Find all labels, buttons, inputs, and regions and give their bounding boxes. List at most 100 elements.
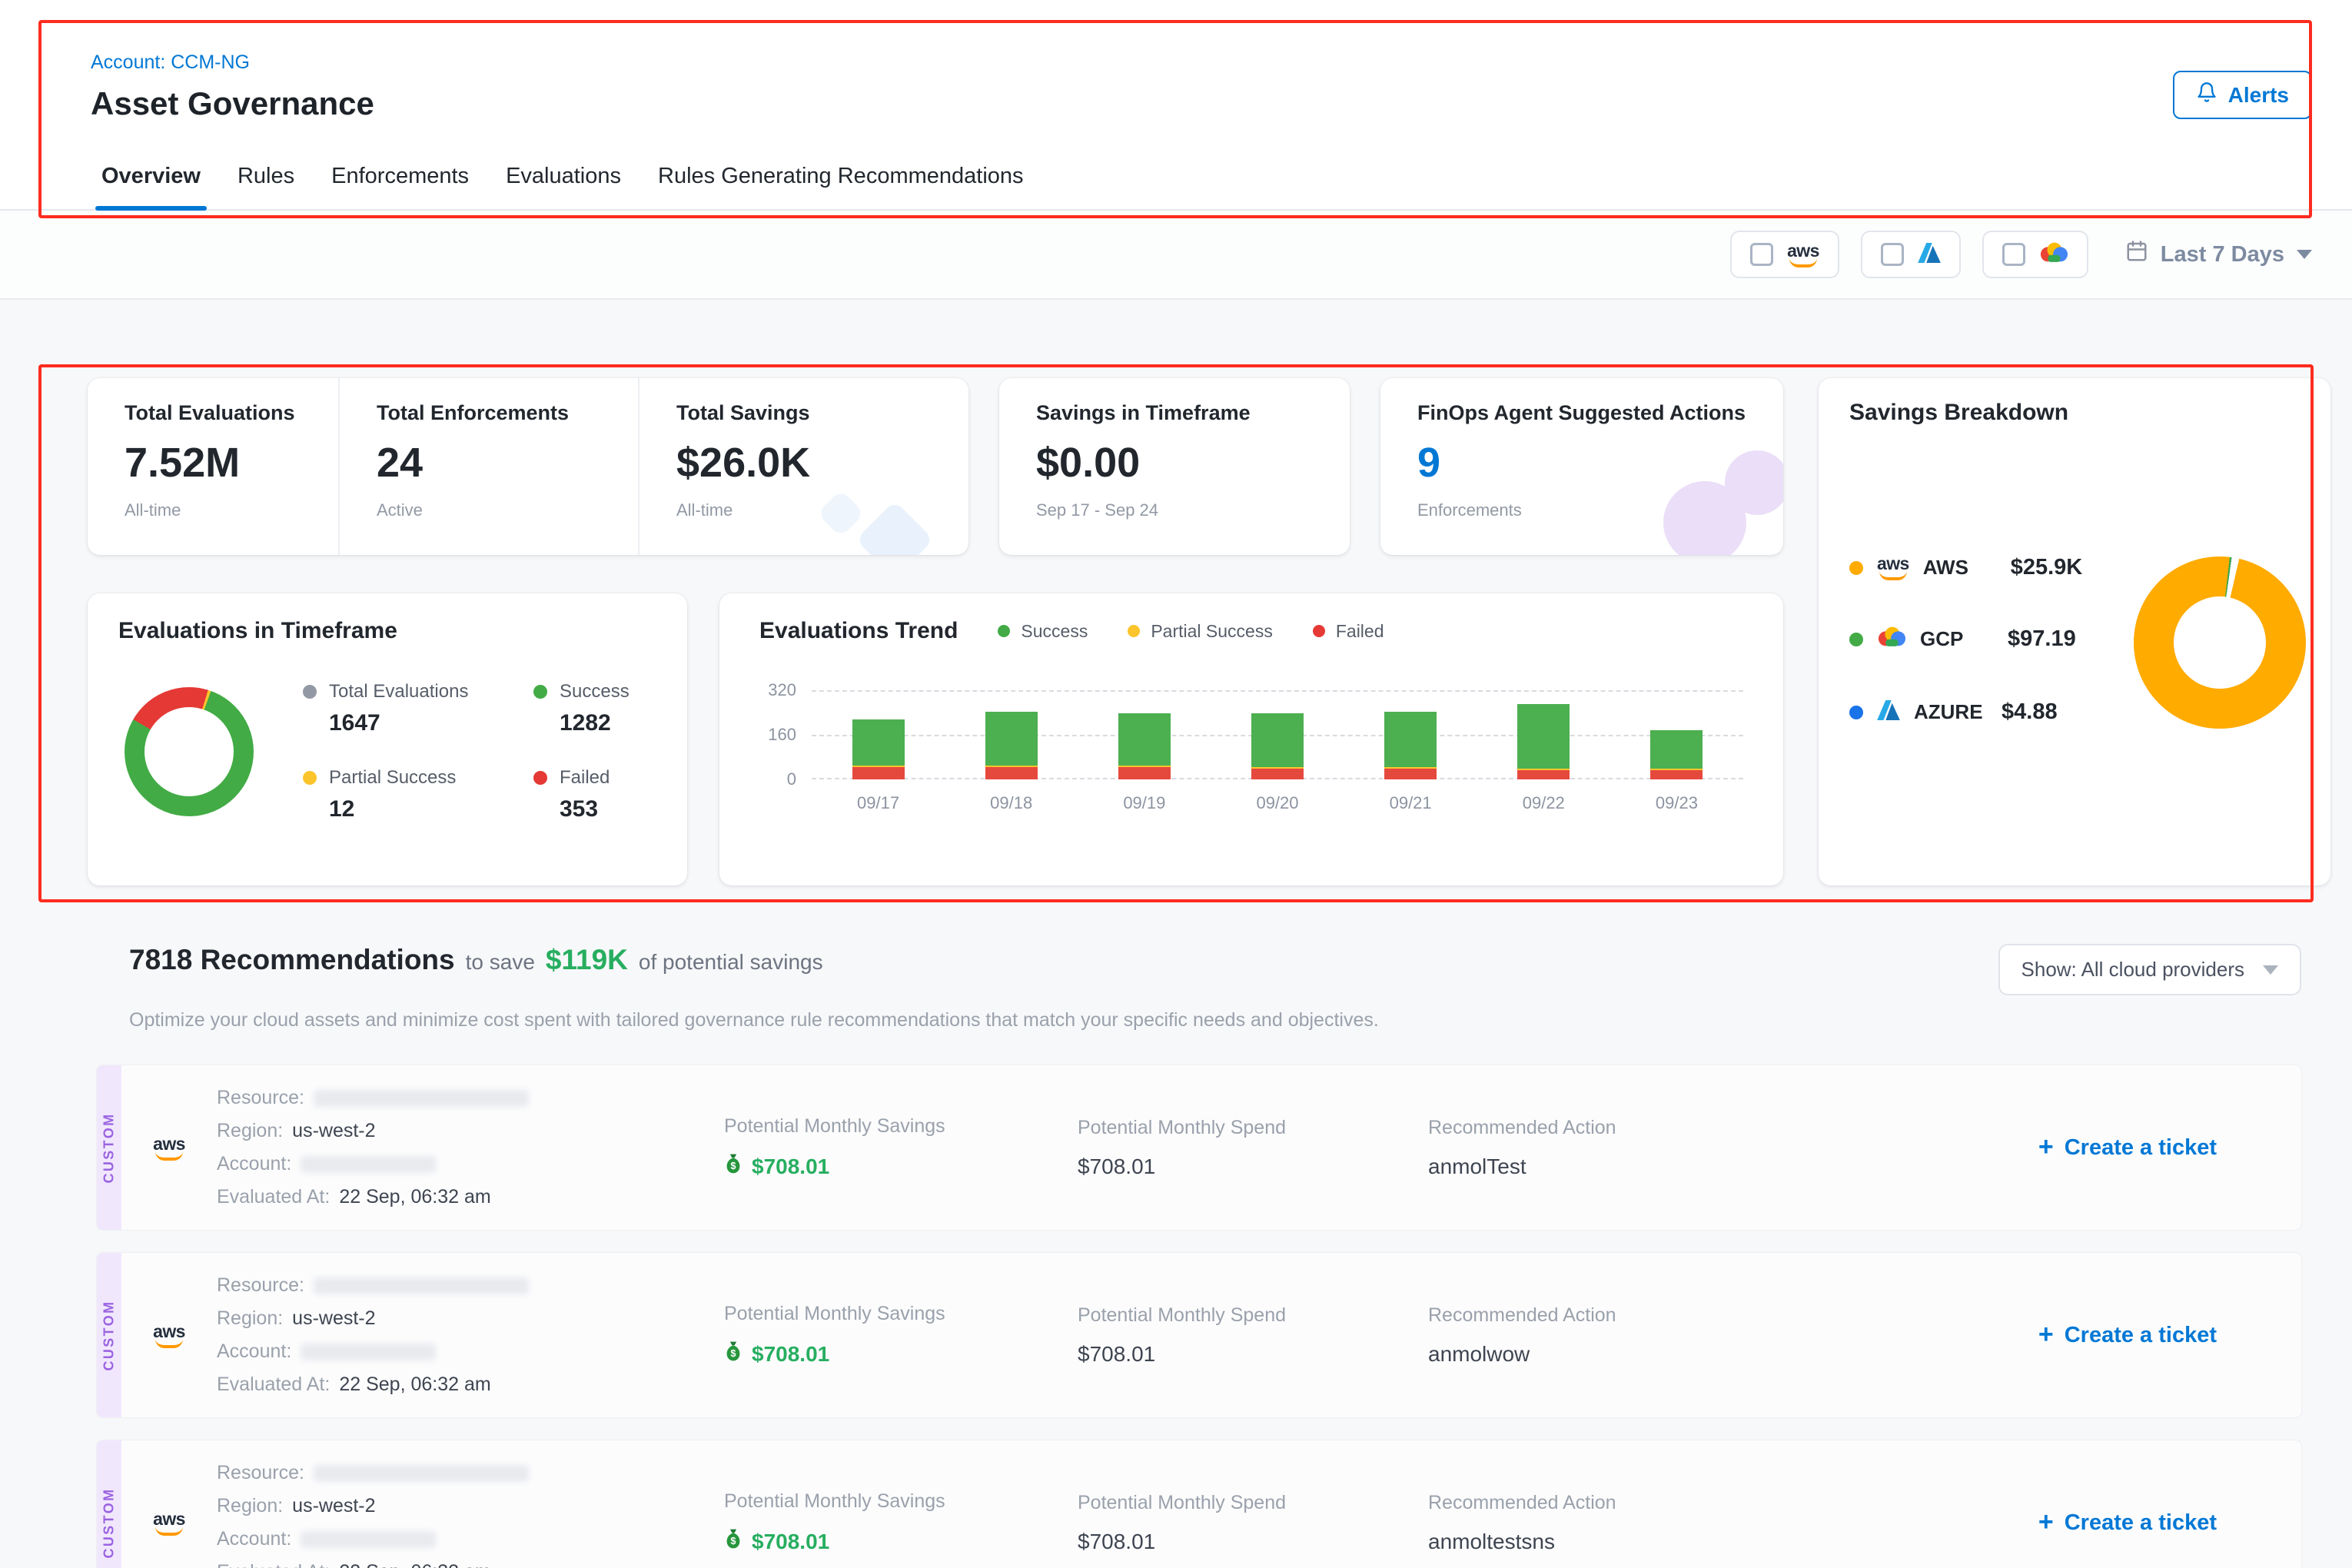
tab-enforcements[interactable]: Enforcements: [331, 150, 469, 209]
savings-label: Potential Monthly Savings: [724, 1490, 1078, 1513]
evaluated-label: Evaluated At:: [217, 1186, 330, 1208]
recommendations-count: 7818 Recommendations: [129, 944, 455, 976]
legend-dot: [1128, 625, 1140, 637]
trend-bar: [1118, 713, 1171, 779]
y-tick-label: 320: [768, 680, 796, 700]
aws-icon: aws: [1877, 555, 1909, 580]
spend-label: Potential Monthly Spend: [1078, 1117, 1428, 1139]
date-range-picker[interactable]: Last 7 Days: [2125, 240, 2312, 269]
legend-dot: [998, 625, 1010, 637]
tab-evaluations[interactable]: Evaluations: [506, 150, 621, 209]
create-ticket-button[interactable]: Create a ticket: [1889, 1321, 2217, 1349]
trend-chart: 320 160 0 09/1709/1809/1909/2009/2109/22…: [759, 690, 1743, 813]
recommendations-heading: 7818 Recommendations to save $119K of po…: [129, 944, 823, 976]
legend-dot: [303, 771, 317, 785]
alerts-label: Alerts: [2228, 83, 2289, 108]
moneybag-icon: $: [724, 1340, 742, 1367]
custom-tag: CUSTOM: [97, 1440, 121, 1568]
redacted-resource-value: [314, 1465, 529, 1482]
bar-segment-success: [985, 712, 1038, 766]
savings-value: $708.01: [752, 1154, 829, 1179]
bar-segment-success: [852, 719, 905, 766]
savings-breakdown-card: Savings Breakdown aws AWS $25.9K GCP $97…: [1819, 378, 2330, 885]
aws-icon: aws: [153, 1323, 185, 1348]
bar-segment-failed: [1251, 769, 1304, 779]
region-value: us-west-2: [292, 1495, 375, 1517]
redacted-account-value: [301, 1531, 436, 1548]
region-label: Region:: [217, 1307, 283, 1330]
custom-tag: CUSTOM: [97, 1065, 121, 1230]
heading-text: of potential savings: [639, 950, 823, 975]
stat-subtitle: Sep 17 - Sep 24: [1036, 500, 1350, 520]
redacted-resource-value: [314, 1090, 529, 1107]
legend-dot: [533, 685, 547, 699]
asset-governance-page: Account: CCM-NG Asset Governance Alerts …: [0, 0, 2352, 1568]
region-value: us-west-2: [292, 1120, 375, 1142]
svg-text:$: $: [730, 1347, 736, 1359]
create-ticket-label: Create a ticket: [2065, 1135, 2217, 1161]
recommendation-list: CUSTOM aws Resource: Region:us-west-2 Ac…: [97, 1065, 2301, 1568]
provider-savings: $25.9K: [2011, 555, 2083, 580]
provider-filter-aws[interactable]: aws: [1730, 231, 1839, 278]
evaluated-label: Evaluated At:: [217, 1374, 330, 1396]
evaluated-value: 22 Sep, 06:32 am: [339, 1561, 490, 1568]
gcp-checkbox[interactable]: [2002, 243, 2025, 266]
bar-segment-failed: [1650, 770, 1703, 779]
savings-label: Potential Monthly Savings: [724, 1115, 1078, 1138]
legend-item: Failed 353: [533, 767, 718, 822]
main-content: Total Evaluations 7.52M All-time Total E…: [0, 300, 2352, 1568]
plus-icon: [2038, 1509, 2054, 1536]
action-label: Recommended Action: [1428, 1117, 1889, 1139]
trend-bar: [852, 719, 905, 779]
create-ticket-button[interactable]: Create a ticket: [1889, 1134, 2217, 1161]
legend-label: Success: [1021, 621, 1088, 642]
provider-savings: $4.88: [2002, 699, 2058, 725]
trend-y-axis: 320 160 0: [759, 690, 812, 779]
heading-text: to save: [466, 950, 535, 975]
provider-filter-gcp[interactable]: [1982, 231, 2088, 278]
gcp-icon: [1877, 625, 1906, 653]
cloud-provider-select[interactable]: Show: All cloud providers: [1998, 944, 2301, 995]
legend-label: Total Evaluations: [329, 681, 468, 703]
bar-segment-success: [1251, 713, 1304, 767]
stat-title: Total Enforcements: [377, 401, 638, 425]
create-ticket-button[interactable]: Create a ticket: [1889, 1509, 2217, 1536]
aws-icon: aws: [153, 1510, 185, 1536]
action-label: Recommended Action: [1428, 1304, 1889, 1327]
azure-icon: [1877, 698, 1900, 726]
recommendations-section: 7818 Recommendations to save $119K of po…: [0, 944, 2352, 1568]
chevron-down-icon: [2263, 965, 2278, 975]
tab-rules[interactable]: Rules: [238, 150, 294, 209]
alerts-button[interactable]: Alerts: [2173, 71, 2312, 119]
provider-savings: $97.19: [2008, 626, 2076, 652]
legend-dot: [1313, 625, 1325, 637]
trend-bar: [1517, 704, 1570, 779]
account-label: Account:: [217, 1153, 291, 1175]
trend-bar: [1650, 730, 1703, 779]
azure-icon: [1918, 241, 1941, 269]
resource-details: Resource: Region:us-west-2 Account: Eval…: [217, 1087, 724, 1208]
select-label: Show: All cloud providers: [2021, 958, 2244, 982]
aws-checkbox[interactable]: [1750, 243, 1773, 266]
donut-hole: [2174, 596, 2266, 689]
stat-title: Total Evaluations: [125, 401, 338, 425]
tab-rules-generating-recommendations[interactable]: Rules Generating Recommendations: [658, 150, 1024, 209]
account-label: Account:: [217, 1528, 291, 1550]
trend-bars: [812, 690, 1743, 779]
resource-label: Resource:: [217, 1462, 304, 1484]
account-breadcrumb[interactable]: Account: CCM-NG: [91, 51, 250, 73]
azure-checkbox[interactable]: [1881, 243, 1904, 266]
stat-value: $0.00: [1036, 439, 1350, 487]
recommendation-row: CUSTOM aws Resource: Region:us-west-2 Ac…: [97, 1440, 2301, 1568]
provider-filter-azure[interactable]: [1861, 231, 1961, 278]
x-tick-label: 09/19: [1123, 793, 1165, 813]
tab-overview[interactable]: Overview: [101, 150, 201, 209]
savings-amount: $119K: [546, 944, 628, 976]
redacted-resource-value: [314, 1277, 529, 1294]
stat-value: $26.0K: [676, 439, 968, 487]
spend-value: $708.01: [1078, 1342, 1428, 1367]
y-tick-label: 160: [768, 725, 796, 745]
stat-subtitle: Active: [377, 500, 638, 520]
custom-tag-label: CUSTOM: [101, 1300, 118, 1370]
evaluations-trend-card: Evaluations Trend Success Partial Succes…: [719, 593, 1783, 885]
